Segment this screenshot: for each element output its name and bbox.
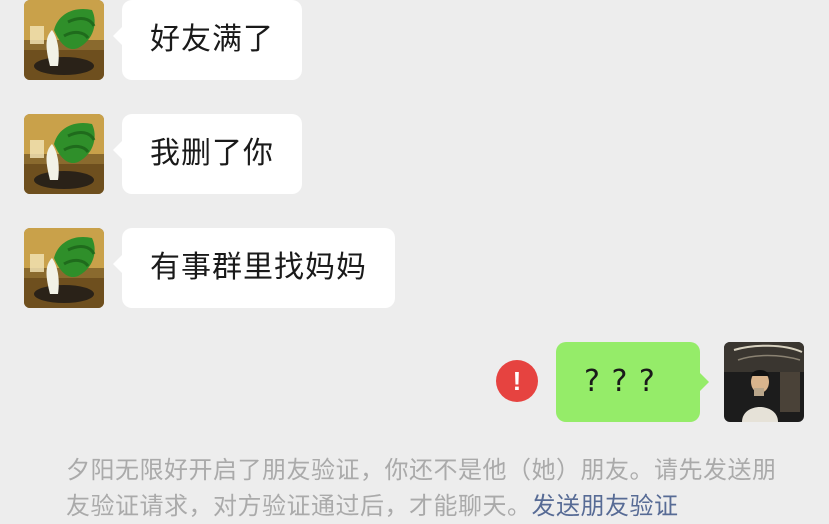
bok-choy-plant-avatar-icon [24,114,104,194]
contact-avatar[interactable] [24,114,104,194]
message-row-incoming: 有事群里找妈妈 [24,228,395,308]
friend-verification-notice: 夕阳无限好开启了朋友验证，你还不是他（她）朋友。请先发送朋友验证请求，对方验证通… [66,452,786,524]
contact-avatar[interactable] [24,228,104,308]
message-bubble[interactable]: 好友满了 [113,0,302,80]
message-row-incoming: 好友满了 [24,0,302,80]
message-bubble[interactable]: 有事群里找妈妈 [113,228,395,308]
chat-message-list[interactable]: 好友满了 我删了你 有事群里找妈妈 ! ? ? ? 夕阳无限好开启了朋友验证，你… [0,0,829,520]
self-avatar[interactable] [724,342,804,422]
message-bubble[interactable]: 我删了你 [113,114,302,194]
bok-choy-plant-avatar-icon [24,0,104,80]
message-row-incoming: 我删了你 [24,114,302,194]
contact-avatar[interactable] [24,0,104,80]
bok-choy-plant-avatar-icon [24,228,104,308]
send-failed-icon[interactable]: ! [496,360,538,402]
message-bubble-outgoing[interactable]: ? ? ? [556,342,709,422]
person-photo-avatar-icon [724,342,804,422]
send-verification-link[interactable]: 发送朋友验证 [532,492,679,520]
